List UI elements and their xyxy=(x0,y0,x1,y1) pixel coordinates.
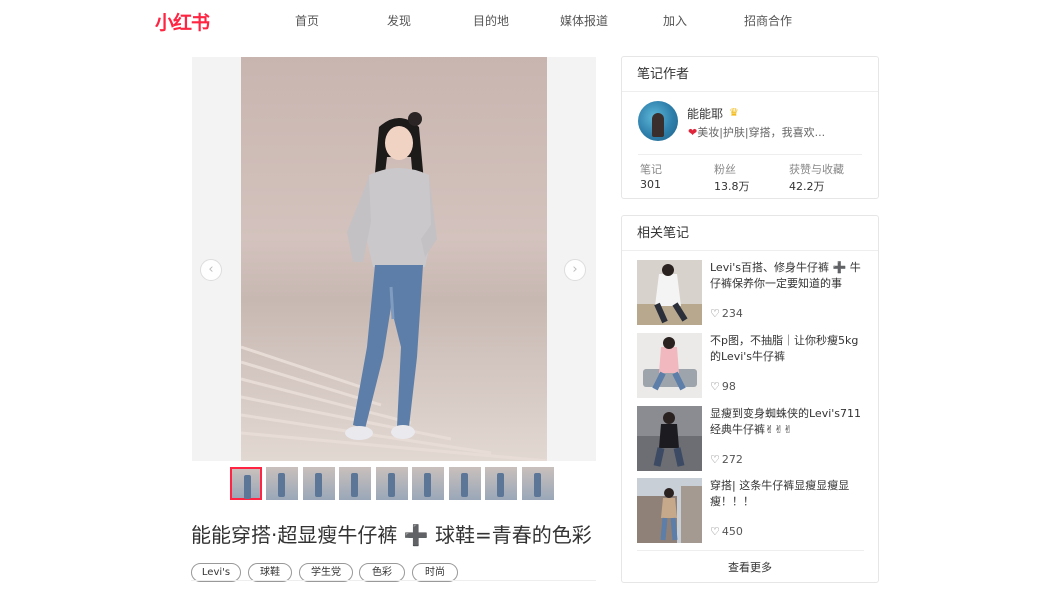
view-more-link[interactable]: 查看更多 xyxy=(622,559,878,575)
nav-join[interactable]: 加入 xyxy=(663,12,687,29)
related-note-item[interactable]: 不p图，不抽脂｜让你秒瘦5kg的Levi's牛仔裤 ♡ 98 xyxy=(637,333,864,399)
heart-outline-icon: ♡ xyxy=(710,307,720,320)
chevron-left-icon[interactable]: ‹ xyxy=(200,259,222,281)
related-note-title[interactable]: 显瘦到变身蜘蛛侠的Levi's711经典牛仔裤✌✌✌ xyxy=(710,406,864,438)
author-bio: ❤美妆|护肤|穿搭，我喜欢... xyxy=(688,124,825,140)
like-count: ♡ 272 xyxy=(710,453,743,466)
stat-value-notes: 301 xyxy=(640,178,661,191)
nav-destination[interactable]: 目的地 xyxy=(473,12,509,29)
stat-label-fans: 粉丝 xyxy=(714,163,736,176)
related-note-thumbnail[interactable] xyxy=(637,333,702,398)
nav-business[interactable]: 招商合作 xyxy=(744,12,792,29)
author-card-heading: 笔记作者 xyxy=(622,57,878,92)
heart-icon: ❤ xyxy=(688,126,698,139)
stat-label-likes: 获赞与收藏 xyxy=(789,163,844,176)
like-count: ♡ 450 xyxy=(710,525,743,538)
author-name[interactable]: 能能耶 xyxy=(687,105,723,122)
heart-outline-icon: ♡ xyxy=(710,380,720,393)
nav-media[interactable]: 媒体报道 xyxy=(560,12,608,29)
thumbnail[interactable] xyxy=(522,467,554,500)
thumbnail-strip xyxy=(230,467,556,501)
divider xyxy=(637,550,864,551)
related-note-title[interactable]: 穿搭| 这条牛仔裤显瘦显瘦显瘦！！！ xyxy=(710,478,864,510)
thumbnail[interactable] xyxy=(339,467,371,500)
note-image-gallery: ‹ › xyxy=(192,57,596,461)
thumbnail[interactable] xyxy=(376,467,408,500)
author-bio-text: 美妆|护肤|穿搭，我喜欢... xyxy=(697,126,826,139)
thumbnail[interactable] xyxy=(485,467,517,500)
photo-illustration xyxy=(241,112,547,461)
crown-icon: ♛ xyxy=(729,106,739,119)
stat-label-notes: 笔记 xyxy=(640,163,662,176)
related-note-title[interactable]: 不p图，不抽脂｜让你秒瘦5kg的Levi's牛仔裤 xyxy=(710,333,864,365)
thumbnail[interactable] xyxy=(230,467,262,500)
related-note-title[interactable]: Levi's百搭、修身牛仔裤 ➕ 牛仔裤保养你一定要知道的事 xyxy=(710,260,864,292)
related-note-item[interactable]: 穿搭| 这条牛仔裤显瘦显瘦显瘦！！！ ♡ 450 xyxy=(637,478,864,544)
related-notes-heading: 相关笔记 xyxy=(622,216,878,251)
related-notes-card: 相关笔记 Levi's百搭、修身牛仔裤 ➕ 牛仔裤保养你一定要知道的事 ♡ 234… xyxy=(621,215,879,583)
thumbnail[interactable] xyxy=(266,467,298,500)
like-count: ♡ 98 xyxy=(710,380,736,393)
heart-outline-icon: ♡ xyxy=(710,453,720,466)
thumbnail[interactable] xyxy=(449,467,481,500)
note-title: 能能穿搭·超显瘦牛仔裤 ➕ 球鞋=青春的色彩 xyxy=(191,523,592,547)
related-note-thumbnail[interactable] xyxy=(637,260,702,325)
author-card: 笔记作者 能能耶 ♛ ❤美妆|护肤|穿搭，我喜欢... 笔记 301 粉丝 13… xyxy=(621,56,879,199)
note-photo xyxy=(241,57,547,461)
stat-value-fans: 13.8万 xyxy=(714,180,750,193)
heart-outline-icon: ♡ xyxy=(710,525,720,538)
related-note-thumbnail[interactable] xyxy=(637,406,702,471)
top-bar: 小红书 首页 发现 目的地 媒体报道 加入 招商合作 xyxy=(0,0,1038,40)
related-note-item[interactable]: 显瘦到变身蜘蛛侠的Levi's711经典牛仔裤✌✌✌ ♡ 272 xyxy=(637,406,864,472)
related-note-thumbnail[interactable] xyxy=(637,478,702,543)
related-note-item[interactable]: Levi's百搭、修身牛仔裤 ➕ 牛仔裤保养你一定要知道的事 ♡ 234 xyxy=(637,260,864,326)
chevron-right-icon[interactable]: › xyxy=(564,259,586,281)
stat-value-likes: 42.2万 xyxy=(789,180,825,193)
divider xyxy=(638,154,862,155)
nav-home[interactable]: 首页 xyxy=(295,12,319,29)
nav-discover[interactable]: 发现 xyxy=(387,12,411,29)
like-count: ♡ 234 xyxy=(710,307,743,320)
thumbnail[interactable] xyxy=(303,467,335,500)
divider xyxy=(191,580,596,581)
avatar[interactable] xyxy=(638,101,678,141)
thumbnail[interactable] xyxy=(412,467,444,500)
site-logo[interactable]: 小红书 xyxy=(155,8,210,35)
